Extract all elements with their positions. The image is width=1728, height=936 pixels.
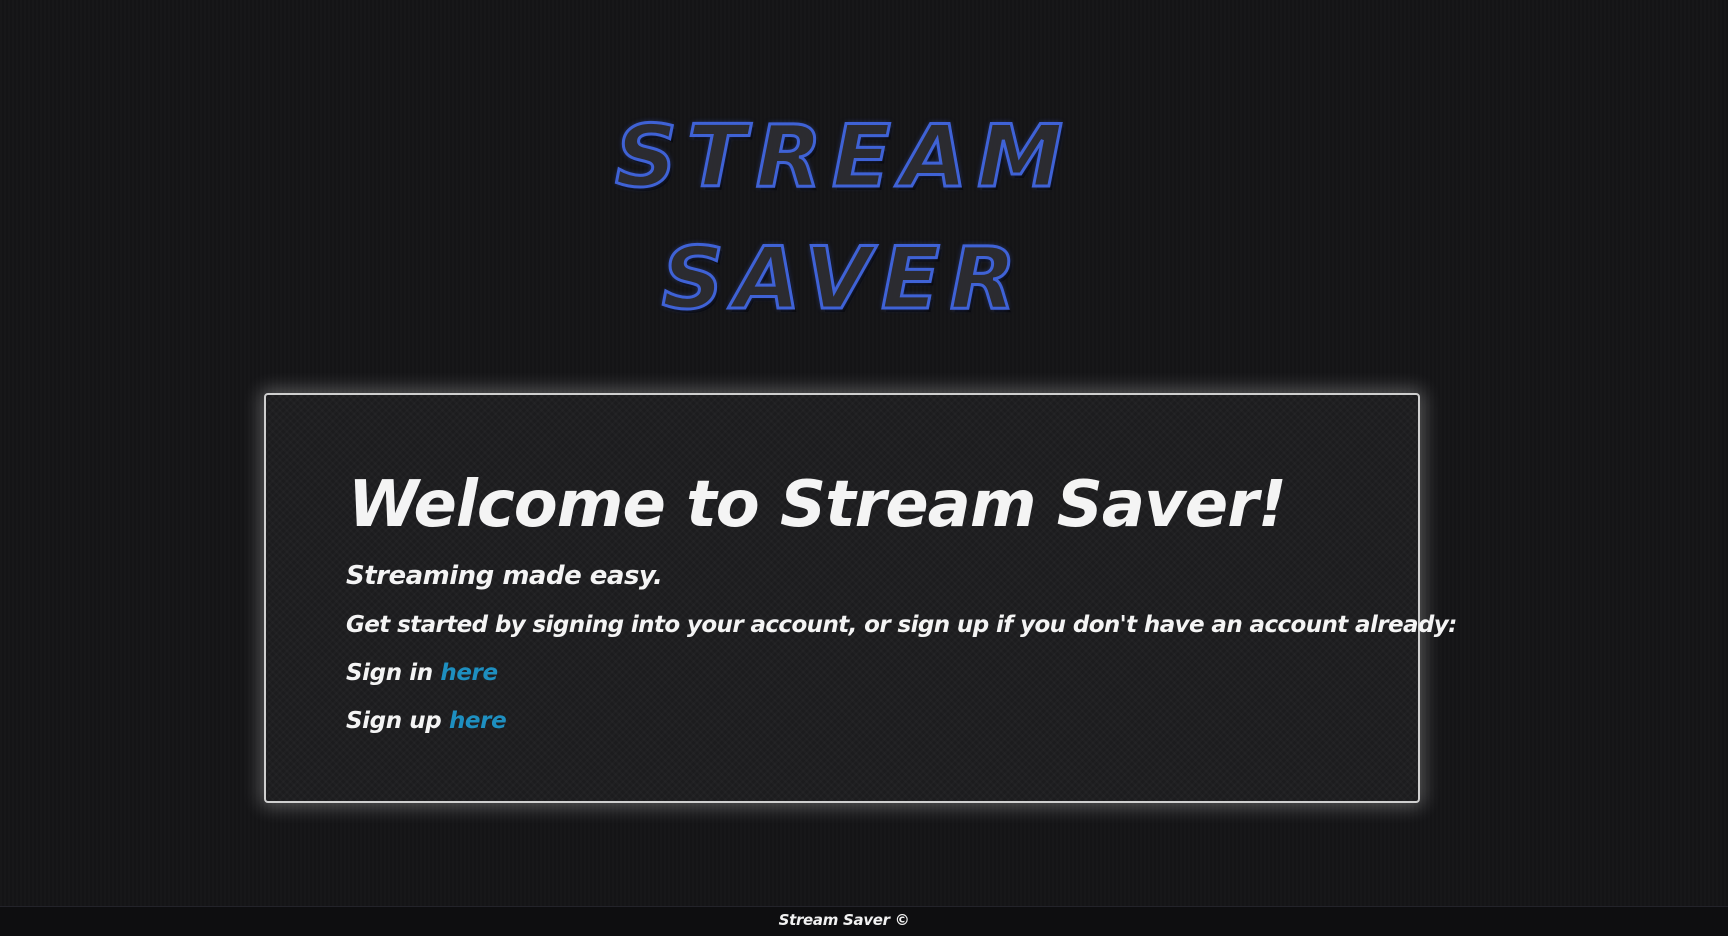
sign-up-row: Sign up here	[346, 705, 507, 737]
page: STREAM SAVER Welcome to Stream Saver! St…	[0, 0, 1728, 936]
tagline: Streaming made easy.	[346, 561, 663, 591]
sign-in-row: Sign in here	[346, 657, 498, 689]
sign-up-label: Sign up	[346, 708, 442, 734]
welcome-card: Welcome to Stream Saver! Streaming made …	[264, 393, 1457, 803]
intro-text: Get started by signing into your account…	[346, 612, 1457, 638]
sign-in-link[interactable]: here	[440, 660, 498, 686]
logo-line-2: SAVER	[660, 228, 1027, 331]
sign-in-label: Sign in	[346, 660, 433, 686]
welcome-heading: Welcome to Stream Saver!	[348, 468, 1287, 542]
logo-line-1: STREAM	[614, 106, 1073, 209]
sign-up-link[interactable]: here	[449, 708, 507, 734]
footer-copyright: Stream Saver ©	[778, 911, 910, 929]
footer: Stream Saver ©	[0, 906, 1728, 936]
site-logo: STREAM SAVER	[0, 96, 1688, 340]
